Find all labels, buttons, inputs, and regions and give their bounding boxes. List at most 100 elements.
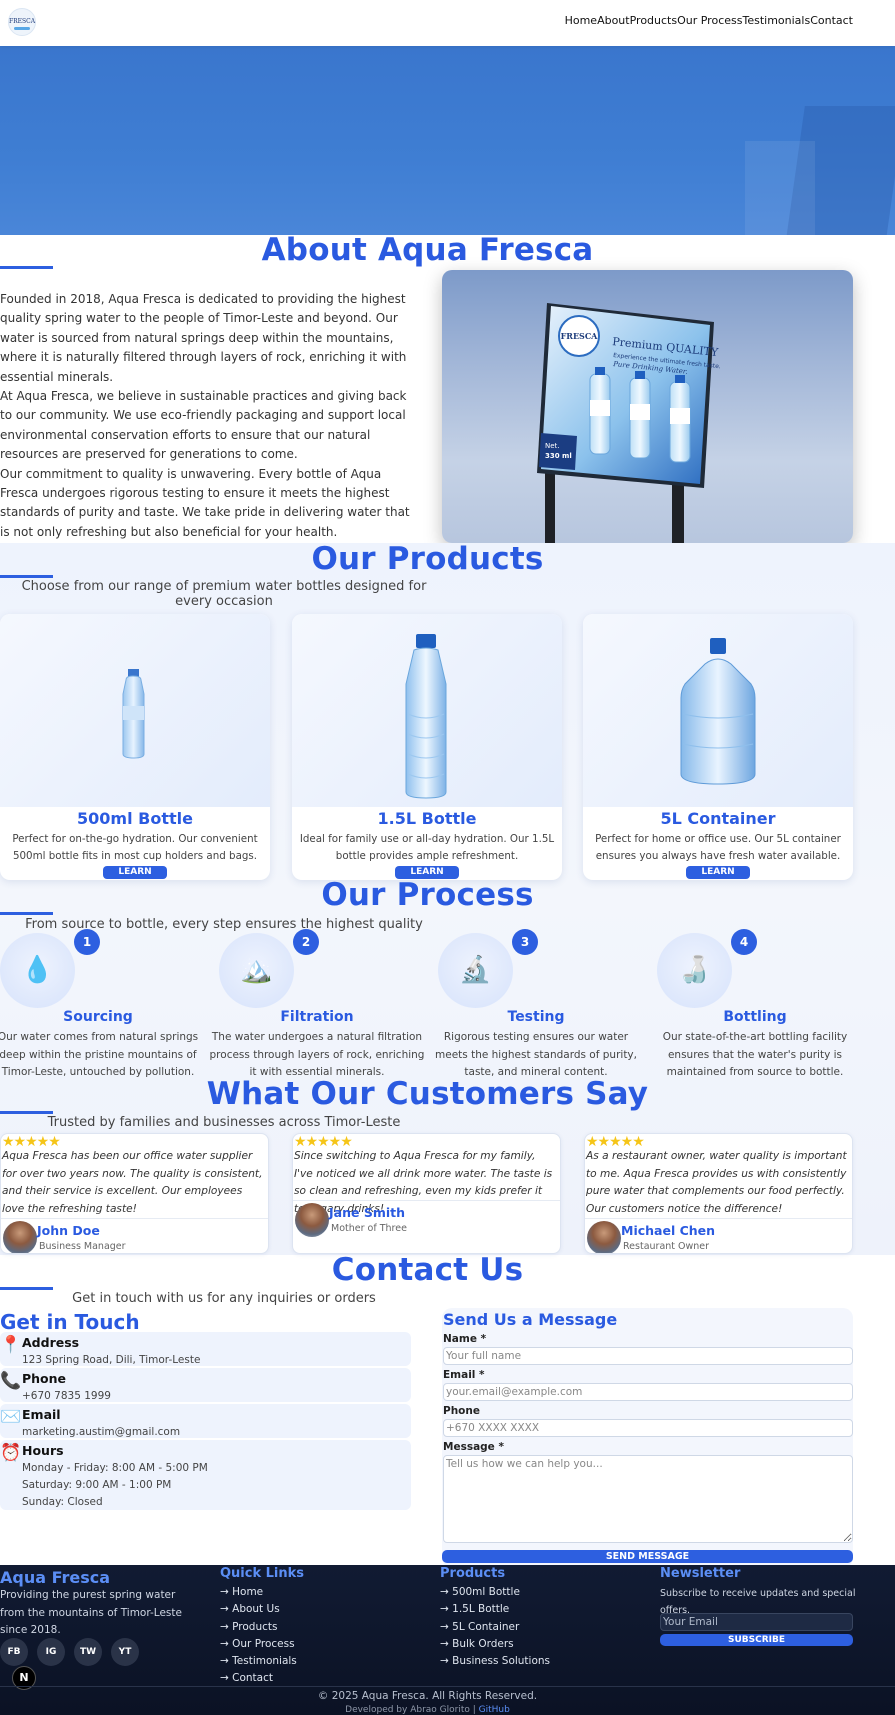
contact-address: 📍 Address 123 Spring Road, Dili, Timor-L… — [0, 1332, 411, 1366]
section-accent-bar — [0, 575, 53, 578]
footer-link-contact[interactable]: → Contact — [220, 1672, 273, 1684]
product-desc: Ideal for family use or all-day hydratio… — [299, 833, 555, 862]
nav-contact[interactable]: Contact — [810, 14, 853, 27]
products-subtitle: Choose from our range of premium water b… — [21, 579, 427, 609]
billboard-brand: FRESCA — [561, 331, 599, 341]
testimonial-card: ★★★★★ Aqua Fresca has been our office wa… — [0, 1133, 269, 1254]
products-title: Our Products — [311, 541, 544, 577]
section-accent-bar — [0, 266, 53, 269]
testimonial-quote: Aqua Fresca has been our office water su… — [2, 1150, 263, 1215]
step-title: Bottling — [723, 1009, 787, 1025]
developer-text: Developed by Abrao Glorito | — [345, 1705, 476, 1715]
name-label: Name * — [443, 1333, 487, 1345]
footer-product-link[interactable]: → Business Solutions — [440, 1655, 550, 1667]
step-desc: Our state-of-the-art bottling facility e… — [662, 1031, 848, 1078]
testimonial-quote: As a restaurant owner, water quality is … — [586, 1150, 847, 1215]
contact-form: Send Us a Message Name * Email * Phone M… — [442, 1308, 853, 1568]
step-number: 3 — [512, 929, 538, 955]
mountain-icon: 🏔️ — [219, 933, 294, 1008]
product-desc: Perfect for home or office use. Our 5L c… — [595, 833, 841, 862]
main-nav: Home About Products Our Process Testimon… — [565, 14, 853, 27]
footer-product-link[interactable]: → 500ml Bottle — [440, 1586, 520, 1598]
footer-link-testimonials[interactable]: → Testimonials — [220, 1655, 297, 1667]
contact-label: Phone — [22, 1371, 67, 1386]
microscope-icon: 🔬 — [438, 933, 513, 1008]
footer-link-home[interactable]: → Home — [220, 1586, 263, 1598]
nav-testimonials[interactable]: Testimonials — [742, 14, 810, 27]
nav-about[interactable]: About — [597, 14, 630, 27]
section-accent-bar — [0, 912, 53, 915]
hours-line: Sunday: Closed — [22, 1496, 103, 1508]
footer-link-process[interactable]: → Our Process — [220, 1638, 295, 1650]
twitter-icon[interactable]: TW — [74, 1638, 102, 1666]
footer-products-title: Products — [440, 1566, 506, 1581]
youtube-icon[interactable]: YT — [111, 1638, 139, 1666]
author-role: Restaurant Owner — [623, 1241, 710, 1252]
footer-product-link[interactable]: → 5L Container — [440, 1621, 519, 1633]
author-name: John Doe — [37, 1223, 100, 1238]
message-field[interactable] — [443, 1455, 853, 1543]
facebook-icon[interactable]: FB — [0, 1638, 28, 1666]
testimonial-author: Jane Smith Mother of Three — [293, 1200, 560, 1237]
testimonials-title: What Our Customers Say — [206, 1076, 649, 1112]
avatar — [587, 1221, 621, 1253]
contact-label: Hours — [22, 1443, 64, 1458]
clock-icon: ⏰ — [0, 1443, 22, 1463]
step-title: Filtration — [280, 1009, 354, 1025]
billboard-volume: 330 ml — [545, 452, 572, 460]
about-paragraph: Founded in 2018, Aqua Fresca is dedicate… — [0, 292, 407, 384]
site-footer: Aqua Fresca Providing the purest spring … — [0, 1565, 895, 1715]
hours-line: Monday - Friday: 8:00 AM - 5:00 PM — [22, 1462, 208, 1474]
product-name: 500ml Bottle — [77, 809, 193, 828]
product-name: 1.5L Bottle — [377, 809, 477, 828]
nav-home[interactable]: Home — [565, 14, 597, 27]
name-field[interactable] — [443, 1347, 853, 1365]
instagram-icon[interactable]: IG — [37, 1638, 65, 1666]
product-card: 1.5L Bottle Ideal for family use or all-… — [292, 614, 562, 880]
contact-phone: 📞 Phone +670 7835 1999 — [0, 1368, 411, 1402]
small-bottle-image — [0, 614, 270, 807]
water-drop-icon: 💧 — [0, 933, 75, 1008]
contact-label: Address — [22, 1335, 80, 1350]
author-role: Mother of Three — [331, 1223, 407, 1234]
footer-link-products[interactable]: → Products — [220, 1621, 277, 1633]
subscribe-button[interactable]: SUBSCRIBE — [660, 1634, 853, 1646]
footer-brand: Aqua Fresca — [0, 1568, 111, 1587]
hours-line: Saturday: 9:00 AM - 1:00 PM — [22, 1479, 172, 1491]
product-card: 5L Container Perfect for home or office … — [583, 614, 853, 880]
avatar — [3, 1221, 37, 1253]
section-accent-bar — [0, 1287, 53, 1290]
testimonial-card: ★★★★★ As a restaurant owner, water quali… — [584, 1133, 853, 1254]
contact-value[interactable]: marketing.austim@gmail.com — [22, 1424, 180, 1442]
newsletter-email-input[interactable] — [660, 1613, 853, 1631]
quick-links-title: Quick Links — [220, 1566, 305, 1581]
phone-icon: 📞 — [0, 1371, 22, 1391]
footer-product-link[interactable]: → 1.5L Bottle — [440, 1603, 509, 1615]
billboard-net: Net. — [545, 442, 560, 450]
nav-products[interactable]: Products — [630, 14, 678, 27]
footer-product-link[interactable]: → Bulk Orders — [440, 1638, 514, 1650]
contact-subtitle: Get in touch with us for any inquiries o… — [72, 1291, 376, 1306]
about-paragraph: At Aqua Fresca, we believe in sustainabl… — [0, 389, 407, 462]
footer-divider — [0, 1686, 895, 1687]
email-field[interactable] — [443, 1383, 853, 1401]
message-label: Message * — [443, 1441, 504, 1453]
logo-text: FRESCA — [9, 18, 36, 25]
process-title: Our Process — [321, 877, 534, 913]
phone-field[interactable] — [443, 1419, 853, 1437]
nav-process[interactable]: Our Process — [677, 14, 742, 27]
send-message-button[interactable]: SEND MESSAGE — [442, 1550, 853, 1563]
hero-banner — [0, 46, 895, 235]
logo[interactable]: FRESCA — [8, 8, 36, 36]
get-in-touch-title: Get in Touch — [0, 1310, 140, 1334]
author-role: Business Manager — [39, 1241, 126, 1252]
github-link[interactable]: GitHub — [479, 1705, 510, 1715]
step-desc: The water undergoes a natural filtration… — [209, 1031, 425, 1078]
process-subtitle: From source to bottle, every step ensure… — [25, 917, 423, 932]
author-name: Michael Chen — [621, 1223, 716, 1238]
contact-value[interactable]: +670 7835 1999 — [22, 1388, 111, 1406]
footer-link-about[interactable]: → About Us — [220, 1603, 280, 1615]
step-number: 1 — [74, 929, 100, 955]
copyright: © 2025 Aqua Fresca. All Rights Reserved. — [317, 1690, 538, 1702]
about-paragraph: Our commitment to quality is unwavering.… — [0, 466, 410, 539]
